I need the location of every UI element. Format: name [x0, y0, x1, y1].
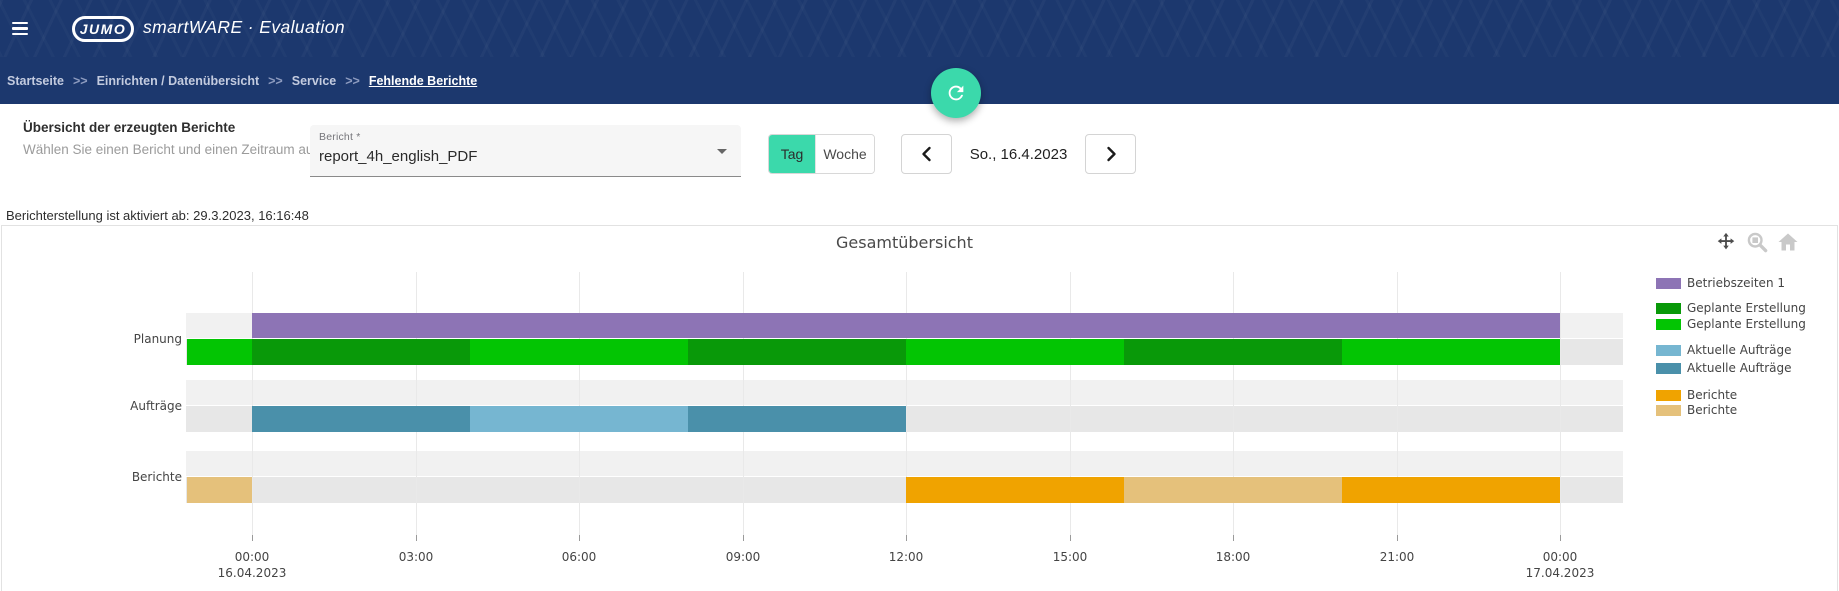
row-band-top-bg [186, 380, 1623, 405]
axis-tick [1233, 535, 1234, 541]
row-band-top-bg [186, 451, 1623, 476]
legend-swatch[interactable] [1656, 319, 1681, 330]
gridline [1560, 272, 1561, 535]
timeline-bar-segment[interactable] [1342, 477, 1560, 503]
gridline [252, 272, 253, 535]
axis-tick [252, 535, 253, 541]
gridline [743, 272, 744, 535]
x-tick-label: 15:00 [1025, 550, 1115, 564]
legend-label[interactable]: Berichte [1687, 403, 1737, 417]
timeline-bar-segment[interactable] [906, 339, 1124, 365]
x-tick-label: 09:00 [698, 550, 788, 564]
timeline-bar-segment[interactable] [1124, 477, 1342, 503]
chart-plot-layer: 00:00 03:00 06:00 09:00 12:00 15:00 18:00 21:00… [0, 0, 1839, 591]
timeline-bar-segment[interactable] [470, 339, 688, 365]
timeline-bar-segment[interactable] [470, 406, 688, 432]
timeline-bar-segment[interactable] [252, 339, 470, 365]
x-tick-label: 21:00 [1352, 550, 1442, 564]
x-tick-label: 06:00 [534, 550, 624, 564]
legend-label[interactable]: Aktuelle Aufträge [1687, 361, 1792, 375]
legend-label[interactable]: Betriebszeiten 1 [1687, 276, 1785, 290]
timeline-bar-segment[interactable] [1342, 339, 1560, 365]
legend-label[interactable]: Aktuelle Aufträge [1687, 343, 1792, 357]
x-tick-label: 18:00 [1188, 550, 1278, 564]
legend-swatch[interactable] [1656, 390, 1681, 401]
legend-swatch[interactable] [1656, 345, 1681, 356]
row-label: Berichte [0, 470, 184, 484]
gridline [579, 272, 580, 535]
row-label: Planung [0, 332, 184, 346]
axis-tick [1070, 535, 1071, 541]
timeline-bar-segment[interactable] [906, 477, 1124, 503]
axis-tick [1397, 535, 1398, 541]
timeline-bar-segment[interactable] [688, 406, 906, 432]
legend-swatch[interactable] [1656, 363, 1681, 374]
timeline-bar-segment[interactable] [252, 406, 470, 432]
x-tick-label: 03:00 [371, 550, 461, 564]
x-tick-date-first: 16.04.2023 [207, 566, 297, 580]
legend-swatch[interactable] [1656, 405, 1681, 416]
timeline-bar-segment[interactable] [252, 313, 1560, 338]
x-tick-label: 12:00 [861, 550, 951, 564]
gridline [416, 272, 417, 535]
timeline-bar-segment[interactable] [187, 339, 252, 365]
axis-tick [416, 535, 417, 541]
axis-tick [579, 535, 580, 541]
axis-tick [743, 535, 744, 541]
x-tick-label: 00:00 [207, 550, 297, 564]
timeline-bar-segment[interactable] [1124, 339, 1342, 365]
legend-swatch[interactable] [1656, 278, 1681, 289]
legend-swatch[interactable] [1656, 303, 1681, 314]
axis-tick [906, 535, 907, 541]
app-root: JUMO smartWARE · Evaluation Startseite >… [0, 0, 1839, 591]
x-tick-label: 00:00 [1515, 550, 1605, 564]
axis-tick [1560, 535, 1561, 541]
row-label: Aufträge [0, 399, 184, 413]
legend-label[interactable]: Berichte [1687, 388, 1737, 402]
timeline-bar-segment[interactable] [688, 339, 906, 365]
legend-label[interactable]: Geplante Erstellung [1687, 301, 1806, 315]
x-tick-date-last: 17.04.2023 [1515, 566, 1605, 580]
legend-label[interactable]: Geplante Erstellung [1687, 317, 1806, 331]
timeline-bar-segment[interactable] [187, 477, 252, 503]
